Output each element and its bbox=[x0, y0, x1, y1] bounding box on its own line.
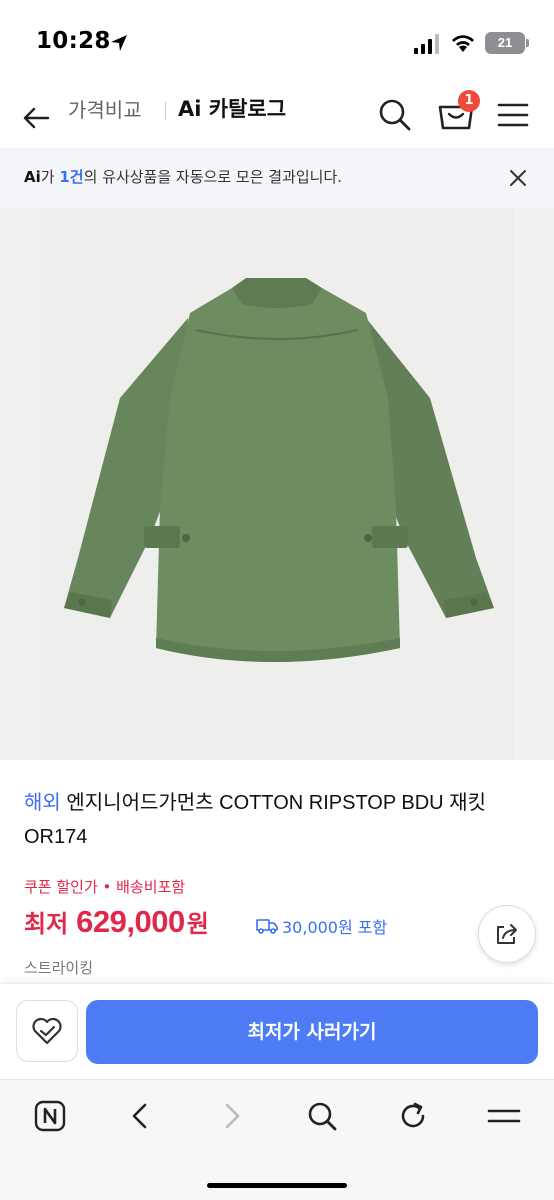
back-arrow-icon bbox=[23, 107, 50, 129]
coupon-label: 쿠폰 할인가 bbox=[24, 878, 98, 896]
seller-name[interactable]: 스트라이킹 bbox=[24, 957, 93, 978]
close-icon[interactable] bbox=[506, 166, 530, 190]
shipping-fee: 30,000원 포함 bbox=[256, 914, 387, 938]
delivery-truck-icon bbox=[256, 919, 278, 934]
product-name: 해외 엔지니어드가먼츠 COTTON RIPSTOP BDU 재킷 OR174 bbox=[24, 786, 524, 854]
back-button[interactable] bbox=[16, 96, 56, 140]
coupon-separator: • bbox=[97, 878, 117, 896]
chevron-left-icon bbox=[132, 1103, 147, 1129]
page-title: Ai 카탈로그 bbox=[178, 97, 287, 121]
search-icon[interactable] bbox=[376, 94, 414, 134]
naver-home-button[interactable] bbox=[30, 1096, 70, 1136]
price-line: 최저 629,000 원 bbox=[24, 904, 209, 948]
banner-count: 1건 bbox=[59, 168, 84, 186]
browser-back-button[interactable] bbox=[120, 1096, 160, 1136]
browser-forward-button[interactable] bbox=[212, 1096, 252, 1136]
status-time: 10:28 bbox=[36, 28, 111, 54]
home-indicator bbox=[207, 1183, 347, 1188]
wifi-icon bbox=[452, 35, 474, 52]
shipping-fee-text: 30,000원 포함 bbox=[282, 918, 388, 937]
product-title: 엔지니어드가먼츠 COTTON RIPSTOP BDU 재킷 OR174 bbox=[24, 792, 486, 848]
cellular-signal-icon bbox=[414, 34, 439, 54]
banner-text-after: 의 유사상품을 자동으로 모은 결과입니다. bbox=[83, 168, 343, 186]
refresh-icon bbox=[401, 1102, 425, 1128]
status-bar: 10:28 21 bbox=[0, 0, 554, 88]
bottom-action-bar: 최저가 사러가기 bbox=[0, 983, 554, 1079]
naver-n-icon bbox=[34, 1100, 66, 1132]
shipping-included-label: 배송비포함 bbox=[116, 878, 186, 896]
overseas-tag: 해외 bbox=[24, 792, 61, 814]
location-arrow-icon bbox=[111, 35, 127, 51]
browser-refresh-button[interactable] bbox=[393, 1096, 433, 1136]
ai-banner-text: Ai가 1건의 유사상품을 자동으로 모은 결과입니다. bbox=[24, 167, 342, 187]
browser-toolbar bbox=[0, 1079, 554, 1200]
cart-badge: 1 bbox=[458, 90, 480, 112]
header-divider bbox=[165, 102, 166, 120]
heart-check-icon bbox=[32, 1017, 62, 1045]
jacket-image bbox=[40, 208, 514, 760]
coupon-line: 쿠폰 할인가 • 배송비포함 bbox=[24, 876, 185, 898]
menu-icon[interactable] bbox=[494, 96, 532, 134]
chevron-right-icon bbox=[225, 1103, 240, 1129]
ai-mark: Ai bbox=[24, 168, 41, 186]
browser-menu-button[interactable] bbox=[484, 1096, 524, 1136]
search-icon bbox=[308, 1102, 337, 1131]
ai-info-banner: Ai가 1건의 유사상품을 자동으로 모은 결과입니다. bbox=[0, 148, 554, 208]
menu-icon bbox=[487, 1109, 521, 1123]
banner-text-before: 가 bbox=[40, 168, 60, 186]
share-button[interactable] bbox=[478, 905, 536, 963]
wishlist-button[interactable] bbox=[16, 1000, 78, 1062]
product-info: 해외 엔지니어드가먼츠 COTTON RIPSTOP BDU 재킷 OR174 bbox=[24, 786, 524, 854]
buy-lowest-price-button[interactable]: 최저가 사러가기 bbox=[86, 1000, 538, 1064]
price-value: 629,000 bbox=[76, 904, 185, 939]
product-image[interactable]: 4 / 6 bbox=[0, 208, 554, 760]
price-compare-link[interactable]: 가격비교 bbox=[68, 98, 142, 122]
battery-icon: 21 bbox=[485, 32, 525, 54]
lowest-price-label: 최저 bbox=[24, 910, 69, 938]
browser-search-button[interactable] bbox=[302, 1096, 342, 1136]
share-icon bbox=[497, 924, 517, 944]
battery-tip bbox=[526, 39, 529, 47]
price-unit: 원 bbox=[186, 910, 209, 938]
